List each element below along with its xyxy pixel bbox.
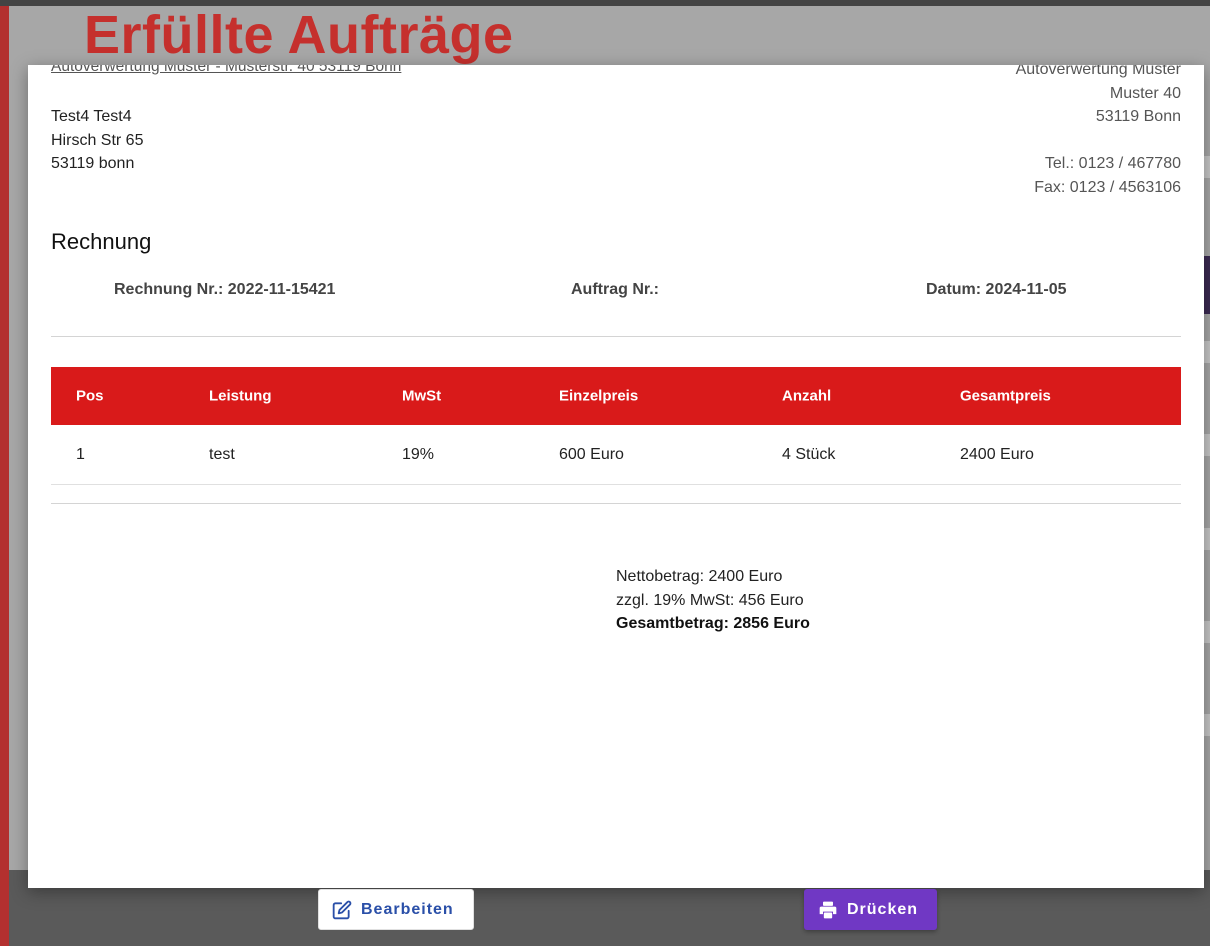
- edit-button[interactable]: Bearbeiten: [318, 889, 474, 930]
- background-item: [1204, 621, 1210, 643]
- header-pos: Pos: [76, 387, 104, 405]
- divider: [51, 336, 1181, 337]
- invoice-date: Datum: 2024-11-05: [926, 281, 1067, 298]
- recipient-city: 53119 bonn: [51, 155, 135, 172]
- recipient-street: Hirsch Str 65: [51, 131, 144, 149]
- total-amount: Gesamtbetrag: 2856 Euro: [616, 615, 810, 632]
- background-item: [1204, 528, 1210, 550]
- company-phone: Tel.: 0123 / 467780: [1044, 155, 1181, 172]
- edit-icon: [332, 900, 352, 920]
- print-button[interactable]: Drücken: [804, 889, 937, 930]
- print-button-label: Drücken: [847, 900, 919, 918]
- cell-gesamtpreis: 2400 Euro: [960, 445, 1034, 463]
- recipient-name: Test4 Test4: [51, 108, 132, 125]
- invoice-meta: Rechnung Nr.: 2022-11-15421 Auftrag Nr.:…: [51, 281, 1181, 303]
- divider: [51, 503, 1181, 504]
- table-row: 1 test 19% 600 Euro 4 Stück 2400 Euro: [51, 425, 1181, 485]
- header-anzahl: Anzahl: [782, 387, 832, 405]
- table-header: Pos Leistung MwSt Einzelpreis Anzahl Ges…: [51, 367, 1181, 425]
- sender-address-line: Autoverwertung Muster - Musterstr. 40 53…: [51, 65, 402, 75]
- app-sidebar: [0, 6, 9, 946]
- header-leistung: Leistung: [209, 387, 272, 405]
- cell-mwst: 19%: [402, 445, 435, 463]
- background-item: [1204, 341, 1210, 363]
- invoice-totals: Nettobetrag: 2400 Euro zzgl. 19% MwSt: 4…: [616, 565, 810, 636]
- recipient-address: Test4 Test4 Hirsch Str 65 53119 bonn: [51, 105, 143, 176]
- vat-amount: zzgl. 19% MwSt: 456 Euro: [616, 591, 804, 609]
- company-name: Autoverwertung Muster: [1015, 65, 1181, 78]
- header-gesamtpreis: Gesamtpreis: [960, 387, 1051, 405]
- invoice-title: Rechnung: [51, 229, 152, 254]
- company-city: 53119 Bonn: [1095, 108, 1181, 125]
- company-address: Autoverwertung Muster Muster 40 53119 Bo…: [1016, 65, 1181, 199]
- header-mwst: MwSt: [402, 387, 442, 405]
- invoice-modal: Autoverwertung Muster - Musterstr. 40 53…: [28, 65, 1204, 888]
- background-list-edge: [1204, 156, 1210, 856]
- cell-pos: 1: [76, 445, 85, 463]
- net-amount: Nettobetrag: 2400 Euro: [616, 568, 783, 585]
- cell-leistung: test: [209, 445, 235, 463]
- cell-anzahl: 4 Stück: [782, 445, 836, 463]
- order-number: Auftrag Nr.:: [571, 281, 659, 298]
- cell-einzelpreis: 600 Euro: [559, 445, 624, 463]
- header-einzelpreis: Einzelpreis: [559, 387, 639, 405]
- invoice-items-table: Pos Leistung MwSt Einzelpreis Anzahl Ges…: [51, 367, 1181, 485]
- background-item: [1204, 714, 1210, 736]
- invoice-number: Rechnung Nr.: 2022-11-15421: [114, 281, 336, 298]
- company-fax: Fax: 0123 / 4563106: [1034, 178, 1181, 196]
- background-item: [1204, 256, 1210, 314]
- printer-icon: [818, 900, 838, 920]
- background-item: [1204, 156, 1210, 178]
- page-title: Erfüllte Aufträge: [84, 5, 514, 65]
- background-item: [1204, 434, 1210, 456]
- edit-button-label: Bearbeiten: [361, 900, 454, 918]
- company-street: Muster 40: [1109, 84, 1181, 102]
